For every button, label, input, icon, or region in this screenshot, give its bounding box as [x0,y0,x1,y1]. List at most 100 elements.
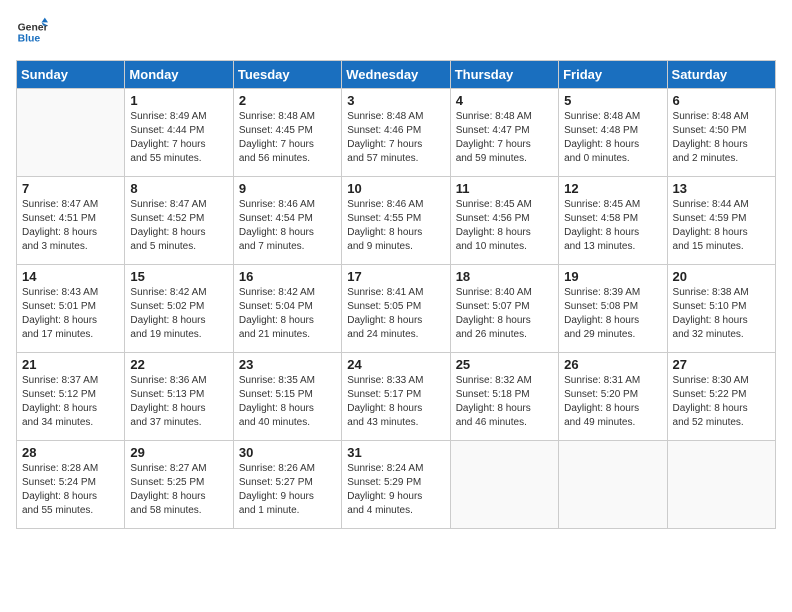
calendar-cell: 27 Sunrise: 8:30 AM Sunset: 5:22 PM Dayli… [667,353,775,441]
day-number: 4 [456,93,553,108]
calendar-header-row: SundayMondayTuesdayWednesdayThursdayFrid… [17,61,776,89]
day-info: Sunrise: 8:48 AM Sunset: 4:50 PM Dayligh… [673,110,770,166]
day-info: Sunrise: 8:33 AM Sunset: 5:17 PM Dayligh… [347,374,444,430]
day-header-sunday: Sunday [17,61,125,89]
day-number: 2 [239,93,336,108]
day-number: 14 [22,269,119,284]
calendar-cell: 2 Sunrise: 8:48 AM Sunset: 4:45 PM Daylig… [233,89,341,177]
day-number: 22 [130,357,227,372]
calendar-cell: 18 Sunrise: 8:40 AM Sunset: 5:07 PM Dayli… [450,265,558,353]
day-info: Sunrise: 8:47 AM Sunset: 4:52 PM Dayligh… [130,198,227,254]
day-info: Sunrise: 8:44 AM Sunset: 4:59 PM Dayligh… [673,198,770,254]
day-number: 29 [130,445,227,460]
day-number: 3 [347,93,444,108]
day-number: 20 [673,269,770,284]
day-number: 26 [564,357,661,372]
calendar-cell: 8 Sunrise: 8:47 AM Sunset: 4:52 PM Daylig… [125,177,233,265]
calendar-cell: 17Sunrise: 8:41 AM Sunset: 5:05 PM Dayli… [342,265,450,353]
day-header-monday: Monday [125,61,233,89]
calendar-cell: 7 Sunrise: 8:47 AM Sunset: 4:51 PM Daylig… [17,177,125,265]
day-number: 10 [347,181,444,196]
day-number: 12 [564,181,661,196]
day-number: 11 [456,181,553,196]
day-number: 9 [239,181,336,196]
logo-icon: General Blue [16,16,48,48]
calendar-cell: 24 Sunrise: 8:33 AM Sunset: 5:17 PM Dayli… [342,353,450,441]
calendar-cell: 16 Sunrise: 8:42 AM Sunset: 5:04 PM Dayli… [233,265,341,353]
day-info: Sunrise: 8:45 AM Sunset: 4:58 PM Dayligh… [564,198,661,254]
calendar-cell: 12 Sunrise: 8:45 AM Sunset: 4:58 PM Dayli… [559,177,667,265]
week-row-4: 28 Sunrise: 8:28 AM Sunset: 5:24 PM Dayli… [17,441,776,529]
day-info: Sunrise: 8:27 AM Sunset: 5:25 PM Dayligh… [130,462,227,518]
day-number: 24 [347,357,444,372]
calendar-cell: 31Sunrise: 8:24 AM Sunset: 5:29 PM Dayli… [342,441,450,529]
day-info: Sunrise: 8:24 AM Sunset: 5:29 PM Dayligh… [347,462,444,518]
day-number: 23 [239,357,336,372]
day-info: Sunrise: 8:46 AM Sunset: 4:55 PM Dayligh… [347,198,444,254]
calendar-cell: 4 Sunrise: 8:48 AM Sunset: 4:47 PM Daylig… [450,89,558,177]
calendar-cell: 26 Sunrise: 8:31 AM Sunset: 5:20 PM Dayli… [559,353,667,441]
day-number: 13 [673,181,770,196]
day-number: 18 [456,269,553,284]
day-info: Sunrise: 8:26 AM Sunset: 5:27 PM Dayligh… [239,462,336,518]
calendar-cell: 9 Sunrise: 8:46 AM Sunset: 4:54 PM Daylig… [233,177,341,265]
day-info: Sunrise: 8:46 AM Sunset: 4:54 PM Dayligh… [239,198,336,254]
day-number: 25 [456,357,553,372]
day-header-friday: Friday [559,61,667,89]
day-info: Sunrise: 8:48 AM Sunset: 4:47 PM Dayligh… [456,110,553,166]
day-info: Sunrise: 8:42 AM Sunset: 5:02 PM Dayligh… [130,286,227,342]
day-number: 15 [130,269,227,284]
day-number: 28 [22,445,119,460]
calendar-cell: 20Sunrise: 8:38 AM Sunset: 5:10 PM Dayli… [667,265,775,353]
day-info: Sunrise: 8:31 AM Sunset: 5:20 PM Dayligh… [564,374,661,430]
day-info: Sunrise: 8:41 AM Sunset: 5:05 PM Dayligh… [347,286,444,342]
day-info: Sunrise: 8:39 AM Sunset: 5:08 PM Dayligh… [564,286,661,342]
calendar-cell: 1Sunrise: 8:49 AM Sunset: 4:44 PM Daylig… [125,89,233,177]
day-info: Sunrise: 8:43 AM Sunset: 5:01 PM Dayligh… [22,286,119,342]
day-info: Sunrise: 8:30 AM Sunset: 5:22 PM Dayligh… [673,374,770,430]
day-info: Sunrise: 8:47 AM Sunset: 4:51 PM Dayligh… [22,198,119,254]
calendar-cell [450,441,558,529]
calendar-cell [559,441,667,529]
calendar-cell: 29 Sunrise: 8:27 AM Sunset: 5:25 PM Dayli… [125,441,233,529]
day-info: Sunrise: 8:42 AM Sunset: 5:04 PM Dayligh… [239,286,336,342]
day-number: 7 [22,181,119,196]
calendar-cell [17,89,125,177]
calendar-cell: 22 Sunrise: 8:36 AM Sunset: 5:13 PM Dayli… [125,353,233,441]
calendar-cell: 25Sunrise: 8:32 AM Sunset: 5:18 PM Dayli… [450,353,558,441]
svg-text:Blue: Blue [18,34,41,45]
day-number: 19 [564,269,661,284]
day-info: Sunrise: 8:48 AM Sunset: 4:45 PM Dayligh… [239,110,336,166]
day-header-saturday: Saturday [667,61,775,89]
calendar-cell: 13 Sunrise: 8:44 AM Sunset: 4:59 PM Dayli… [667,177,775,265]
calendar-cell: 23 Sunrise: 8:35 AM Sunset: 5:15 PM Dayli… [233,353,341,441]
calendar-table: SundayMondayTuesdayWednesdayThursdayFrid… [16,60,776,529]
week-row-2: 14 Sunrise: 8:43 AM Sunset: 5:01 PM Dayli… [17,265,776,353]
calendar-cell: 21Sunrise: 8:37 AM Sunset: 5:12 PM Dayli… [17,353,125,441]
day-info: Sunrise: 8:37 AM Sunset: 5:12 PM Dayligh… [22,374,119,430]
week-row-3: 21Sunrise: 8:37 AM Sunset: 5:12 PM Dayli… [17,353,776,441]
day-number: 27 [673,357,770,372]
day-number: 8 [130,181,227,196]
calendar-cell [667,441,775,529]
day-info: Sunrise: 8:48 AM Sunset: 4:46 PM Dayligh… [347,110,444,166]
day-info: Sunrise: 8:48 AM Sunset: 4:48 PM Dayligh… [564,110,661,166]
calendar-cell: 19 Sunrise: 8:39 AM Sunset: 5:08 PM Dayli… [559,265,667,353]
day-number: 16 [239,269,336,284]
day-info: Sunrise: 8:45 AM Sunset: 4:56 PM Dayligh… [456,198,553,254]
logo: General Blue [16,16,52,48]
day-number: 5 [564,93,661,108]
calendar-cell: 14 Sunrise: 8:43 AM Sunset: 5:01 PM Dayli… [17,265,125,353]
calendar-cell: 11 Sunrise: 8:45 AM Sunset: 4:56 PM Dayli… [450,177,558,265]
day-number: 1 [130,93,227,108]
day-header-thursday: Thursday [450,61,558,89]
day-info: Sunrise: 8:28 AM Sunset: 5:24 PM Dayligh… [22,462,119,518]
day-number: 30 [239,445,336,460]
day-info: Sunrise: 8:35 AM Sunset: 5:15 PM Dayligh… [239,374,336,430]
calendar-cell: 30 Sunrise: 8:26 AM Sunset: 5:27 PM Dayli… [233,441,341,529]
day-info: Sunrise: 8:40 AM Sunset: 5:07 PM Dayligh… [456,286,553,342]
calendar-cell: 5 Sunrise: 8:48 AM Sunset: 4:48 PM Daylig… [559,89,667,177]
day-header-tuesday: Tuesday [233,61,341,89]
week-row-1: 7 Sunrise: 8:47 AM Sunset: 4:51 PM Daylig… [17,177,776,265]
day-info: Sunrise: 8:36 AM Sunset: 5:13 PM Dayligh… [130,374,227,430]
